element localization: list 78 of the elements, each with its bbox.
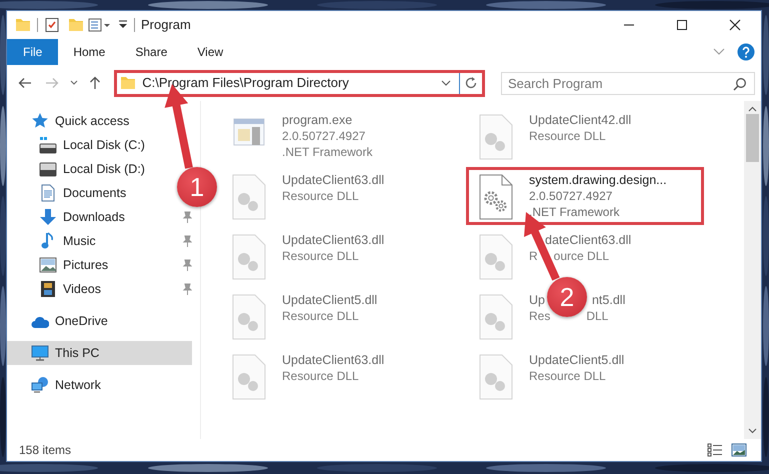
pin-icon[interactable] [182,283,192,295]
film-icon [39,280,57,298]
down-arrow-icon [39,208,57,226]
drive-icon [39,160,57,178]
file-detail: 2.0.50727.4927 [529,188,612,204]
up-arrow-icon [89,76,102,90]
scrollbar[interactable] [744,101,761,439]
properties-icon[interactable] [44,17,60,33]
star-icon [31,112,49,130]
file-name: UpdateClient5.dll [529,353,624,368]
sidebar-item[interactable]: Local Disk (D:) [7,157,149,181]
file-detail: Resource DLL [282,188,359,204]
file-detail: R [529,248,538,264]
pin-icon[interactable] [182,211,192,223]
sidebar-item[interactable]: Local Disk (C:) [7,133,149,157]
forward-arrow-icon [44,77,59,89]
sidebar-item[interactable]: Downloads [7,205,129,229]
file-detail: Resource DLL [282,248,359,264]
dropdown-caret-icon[interactable] [440,80,451,86]
ribbon-tab[interactable]: Share [120,39,182,65]
file-detail: Resource DLL [282,308,359,324]
customize-toolbar-icon[interactable] [118,20,128,30]
back-arrow-icon [18,77,32,89]
scroll-down-icon[interactable] [748,428,757,434]
search-field[interactable]: Search Program [500,72,755,94]
scroll-up-icon[interactable] [748,106,757,112]
help-icon[interactable] [737,43,755,61]
refresh-icon[interactable] [464,76,478,90]
sidebar-item[interactable]: Documents [7,181,130,205]
sidebar-item[interactable]: Videos [7,277,105,301]
folder-icon [120,76,136,90]
file-name: program.exe [282,113,352,128]
sidebar-item[interactable]: Network [7,373,105,397]
file-item[interactable]: system.drawing.design... 2.0.50727.4927 .NET Framework [466,167,704,225]
picture-icon [39,256,57,274]
pin-icon[interactable] [182,259,192,271]
file-detail: DLL [586,308,608,324]
file-detail: Resource DLL [529,368,606,384]
file-name: UpdateClient42.dll [529,113,632,128]
file-detail: 2.0.50727.4927 [282,128,366,144]
sidebar-item[interactable]: Quick access [7,109,134,133]
file-name: Up [529,293,545,308]
network-icon [31,376,49,394]
file-detail: Resource DLL [529,128,606,144]
ribbon-tab[interactable]: View [182,39,238,65]
details-view-icon[interactable] [707,443,723,457]
file-name: nt5.dll [592,293,626,308]
pin-icon[interactable] [182,235,192,247]
sidebar-item[interactable]: OneDrive [7,309,112,333]
close-icon [728,19,740,31]
document-icon [39,184,57,202]
file-name: dateClient63.dll [545,233,632,248]
sidebar-item[interactable]: Pictures [7,253,112,277]
search-icon [732,76,747,90]
monitor-icon [31,344,49,362]
window-title: Program [141,16,191,34]
file-name: UpdateClient63.dll [282,233,384,248]
sidebar-item[interactable]: This PC [7,341,192,365]
file-name: UpdateClient63.dll [282,353,384,368]
file-name: UpdateClient5.dll [282,293,378,308]
file-detail: Resource DLL [282,368,359,384]
file-name: system.drawing.design... [529,173,667,188]
address-bar[interactable]: C:\Program Files\Program Directory [114,70,485,96]
view-options-icon[interactable] [88,18,112,32]
scroll-thumb[interactable] [746,114,759,162]
drive-icon [39,136,57,154]
file-detail: .NET Framework [529,204,620,220]
item-count: 158 items [18,442,72,459]
large-icons-view-icon[interactable] [731,443,747,457]
maximize-icon [676,19,688,31]
caret-icon [70,80,78,86]
sidebar-item[interactable]: Music [7,229,100,253]
file-detail: .NET Framework [282,144,372,160]
file-detail: ource DLL [554,248,610,264]
ribbon-tab[interactable]: File [7,39,58,65]
ribbon-tab[interactable]: Home [58,39,120,65]
file-name: UpdateClient63.dll [282,173,384,188]
expand-ribbon-icon[interactable] [713,48,725,56]
